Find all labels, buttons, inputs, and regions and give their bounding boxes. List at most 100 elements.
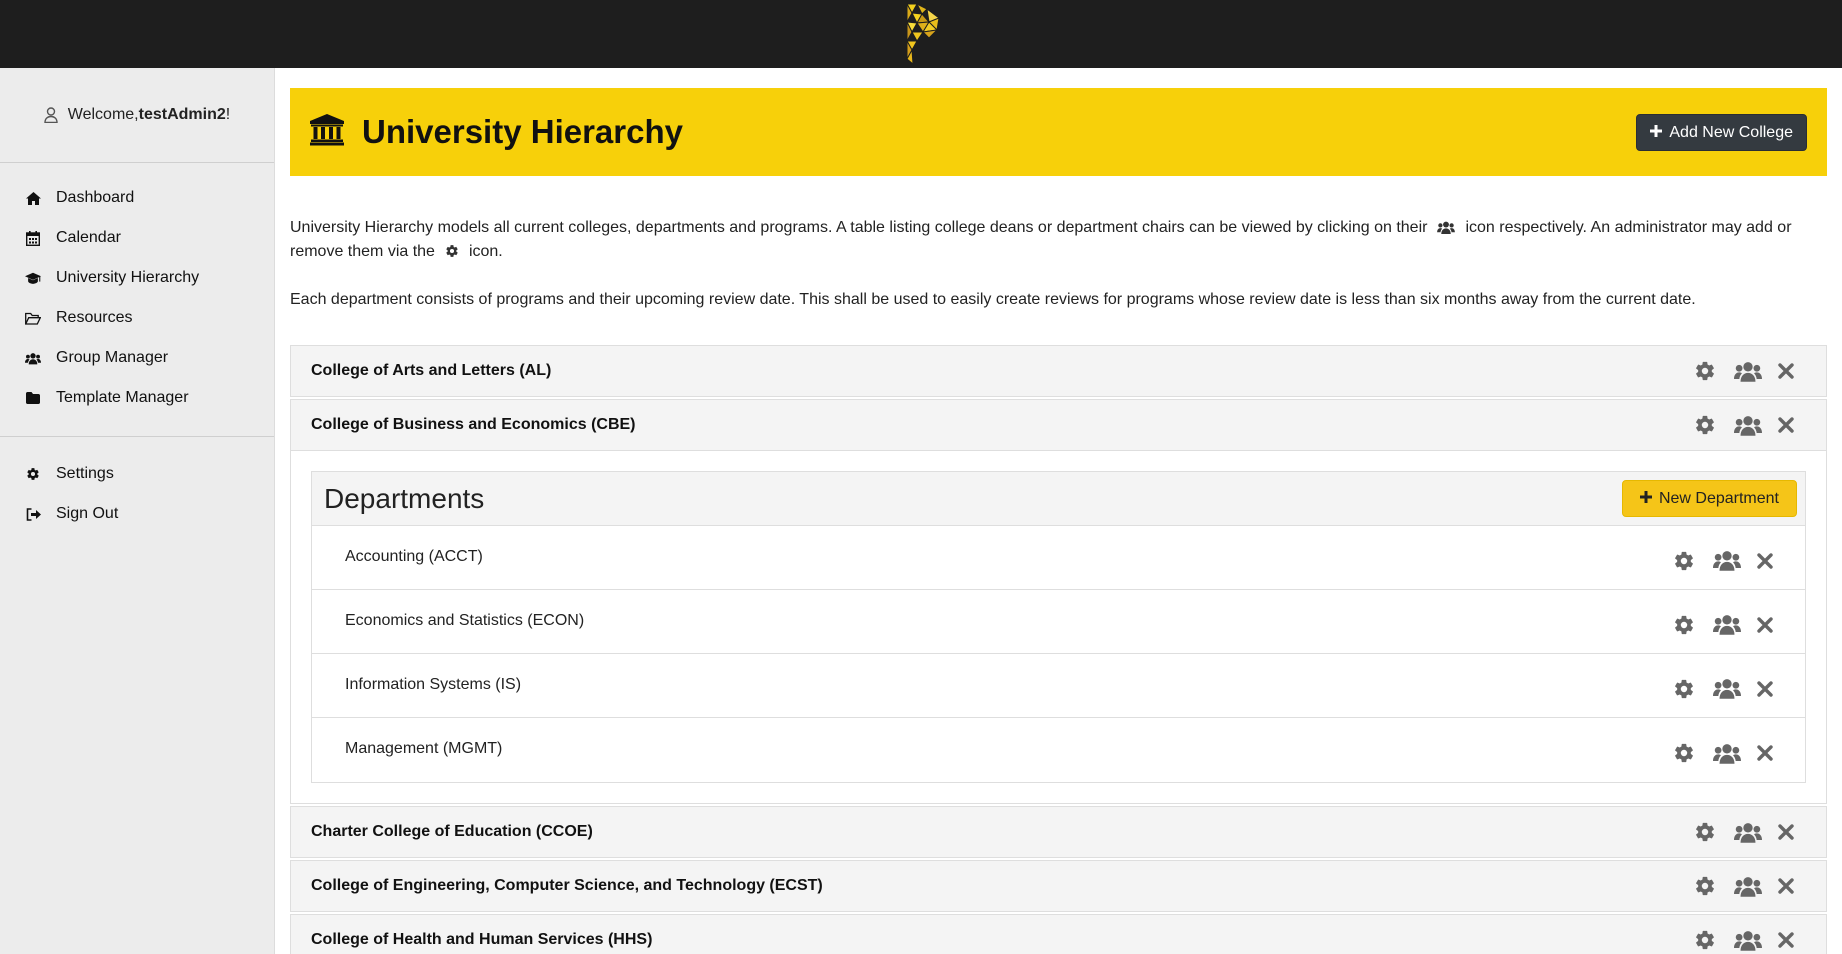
description-paragraph: Each department consists of programs and… [290, 291, 1696, 308]
row-actions [1693, 915, 1796, 954]
college-name: College of Health and Human Services (HH… [311, 931, 653, 948]
sidebar-item-label: Group Manager [56, 349, 169, 366]
users-icon[interactable] [1712, 614, 1742, 635]
row-actions [1672, 526, 1775, 589]
folder-icon [25, 390, 41, 406]
gear-icon[interactable] [1672, 742, 1696, 764]
college-panel: College of Business and Economics (CBE) … [290, 399, 1827, 804]
college-panel: College of Arts and Letters (AL) [290, 345, 1827, 397]
calendar-icon [25, 230, 41, 246]
college-body: Departments New Department Accounting (ACC… [291, 450, 1826, 803]
users-icon[interactable] [1712, 550, 1742, 571]
gear-icon[interactable] [1672, 614, 1696, 636]
user-icon [44, 107, 58, 123]
sidebar-item-calendar[interactable]: Calendar [0, 218, 274, 258]
college-panel: College of Health and Human Services (HH… [290, 914, 1827, 954]
description-paragraph: University Hierarchy models all current … [290, 216, 1827, 264]
row-actions [1693, 861, 1796, 911]
users-icon[interactable] [1712, 743, 1742, 764]
top-bar [0, 0, 1842, 68]
users-icon [25, 350, 41, 366]
close-icon[interactable] [1776, 824, 1796, 840]
close-icon[interactable] [1755, 616, 1775, 633]
page-header: University Hierarchy Add New College [290, 88, 1827, 176]
users-icon[interactable] [1733, 361, 1763, 382]
users-icon[interactable] [1733, 415, 1763, 436]
gear-icon[interactable] [1693, 875, 1717, 897]
gear-icon[interactable] [1672, 678, 1696, 700]
college-header[interactable]: Charter College of Education (CCOE) [291, 807, 1826, 857]
department-row[interactable]: Economics and Statistics (ECON) [312, 590, 1805, 654]
username: testAdmin2 [138, 106, 226, 123]
sidebar-item-template-manager[interactable]: Template Manager [0, 378, 274, 418]
departments-header: Departments New Department [312, 472, 1805, 526]
department-row[interactable]: Accounting (ACCT) [312, 526, 1805, 590]
college-header[interactable]: College of Business and Economics (CBE) [291, 400, 1826, 450]
users-icon[interactable] [1733, 876, 1763, 897]
row-actions [1693, 807, 1796, 857]
college-list: College of Arts and Letters (AL) College… [290, 345, 1827, 954]
college-name: College of Business and Economics (CBE) [311, 416, 636, 433]
sidebar-item-resources[interactable]: Resources [0, 298, 274, 338]
page-description: University Hierarchy models all current … [290, 216, 1827, 312]
close-icon[interactable] [1755, 552, 1775, 569]
plus-icon [1639, 490, 1652, 508]
departments-panel: Departments New Department Accounting (ACC… [311, 471, 1806, 783]
sidebar-item-label: Template Manager [56, 389, 189, 406]
departments-title: Departments [324, 482, 485, 514]
close-icon[interactable] [1776, 363, 1796, 379]
sidebar-item-label: University Hierarchy [56, 269, 200, 286]
college-name: College of Engineering, Computer Science… [311, 877, 823, 894]
home-icon [25, 190, 41, 206]
college-header[interactable]: College of Health and Human Services (HH… [291, 915, 1826, 954]
close-icon[interactable] [1776, 417, 1796, 433]
sidebar-item-label: Sign Out [56, 505, 119, 522]
sidebar-item-label: Resources [56, 309, 133, 326]
gear-icon[interactable] [1693, 929, 1717, 951]
department-name: Management (MGMT) [345, 740, 503, 757]
sidebar-divider [0, 436, 274, 437]
add-new-college-button[interactable]: Add New College [1636, 114, 1807, 151]
users-icon[interactable] [1733, 930, 1763, 951]
sidebar-item-dashboard[interactable]: Dashboard [0, 178, 274, 218]
row-actions [1693, 400, 1796, 450]
app-logo-icon[interactable] [903, 2, 943, 66]
row-actions [1672, 590, 1775, 653]
college-header[interactable]: College of Arts and Letters (AL) [291, 346, 1826, 396]
sidebar-item-label: Settings [56, 465, 114, 482]
graduation-cap-icon [25, 270, 41, 286]
sidebar: Welcome, testAdmin2! Dashboard Calendar … [0, 68, 275, 954]
gear-icon [445, 244, 459, 258]
department-name: Economics and Statistics (ECON) [345, 612, 585, 629]
department-row[interactable]: Information Systems (IS) [312, 654, 1805, 718]
sign-out-icon [25, 506, 41, 522]
department-name: Accounting (ACCT) [345, 548, 483, 565]
users-icon[interactable] [1712, 678, 1742, 699]
college-name: College of Arts and Letters (AL) [311, 362, 552, 379]
sidebar-item-settings[interactable]: Settings [0, 454, 274, 494]
sidebar-item-sign-out[interactable]: Sign Out [0, 494, 274, 534]
gear-icon[interactable] [1693, 821, 1717, 843]
new-department-button[interactable]: New Department [1621, 480, 1797, 517]
folder-open-icon [25, 310, 41, 326]
sidebar-item-university-hierarchy[interactable]: University Hierarchy [0, 258, 274, 298]
gear-icon[interactable] [1693, 360, 1717, 382]
users-icon [1437, 221, 1456, 234]
close-icon[interactable] [1776, 878, 1796, 894]
welcome-prefix: Welcome, [67, 106, 139, 123]
department-row[interactable]: Management (MGMT) [312, 718, 1805, 782]
new-department-label: New Department [1658, 489, 1779, 507]
gear-icon[interactable] [1672, 550, 1696, 572]
close-icon[interactable] [1776, 932, 1796, 948]
college-header[interactable]: College of Engineering, Computer Science… [291, 861, 1826, 911]
gear-icon[interactable] [1693, 414, 1717, 436]
welcome-suffix: ! [225, 106, 231, 123]
sidebar-item-group-manager[interactable]: Group Manager [0, 338, 274, 378]
close-icon[interactable] [1755, 680, 1775, 697]
close-icon[interactable] [1755, 745, 1775, 761]
college-panel: Charter College of Education (CCOE) [290, 806, 1827, 858]
department-name: Information Systems (IS) [345, 676, 522, 693]
users-icon[interactable] [1733, 822, 1763, 843]
main-nav: Dashboard Calendar University Hierarchy … [0, 163, 274, 418]
plus-icon [1650, 124, 1663, 142]
